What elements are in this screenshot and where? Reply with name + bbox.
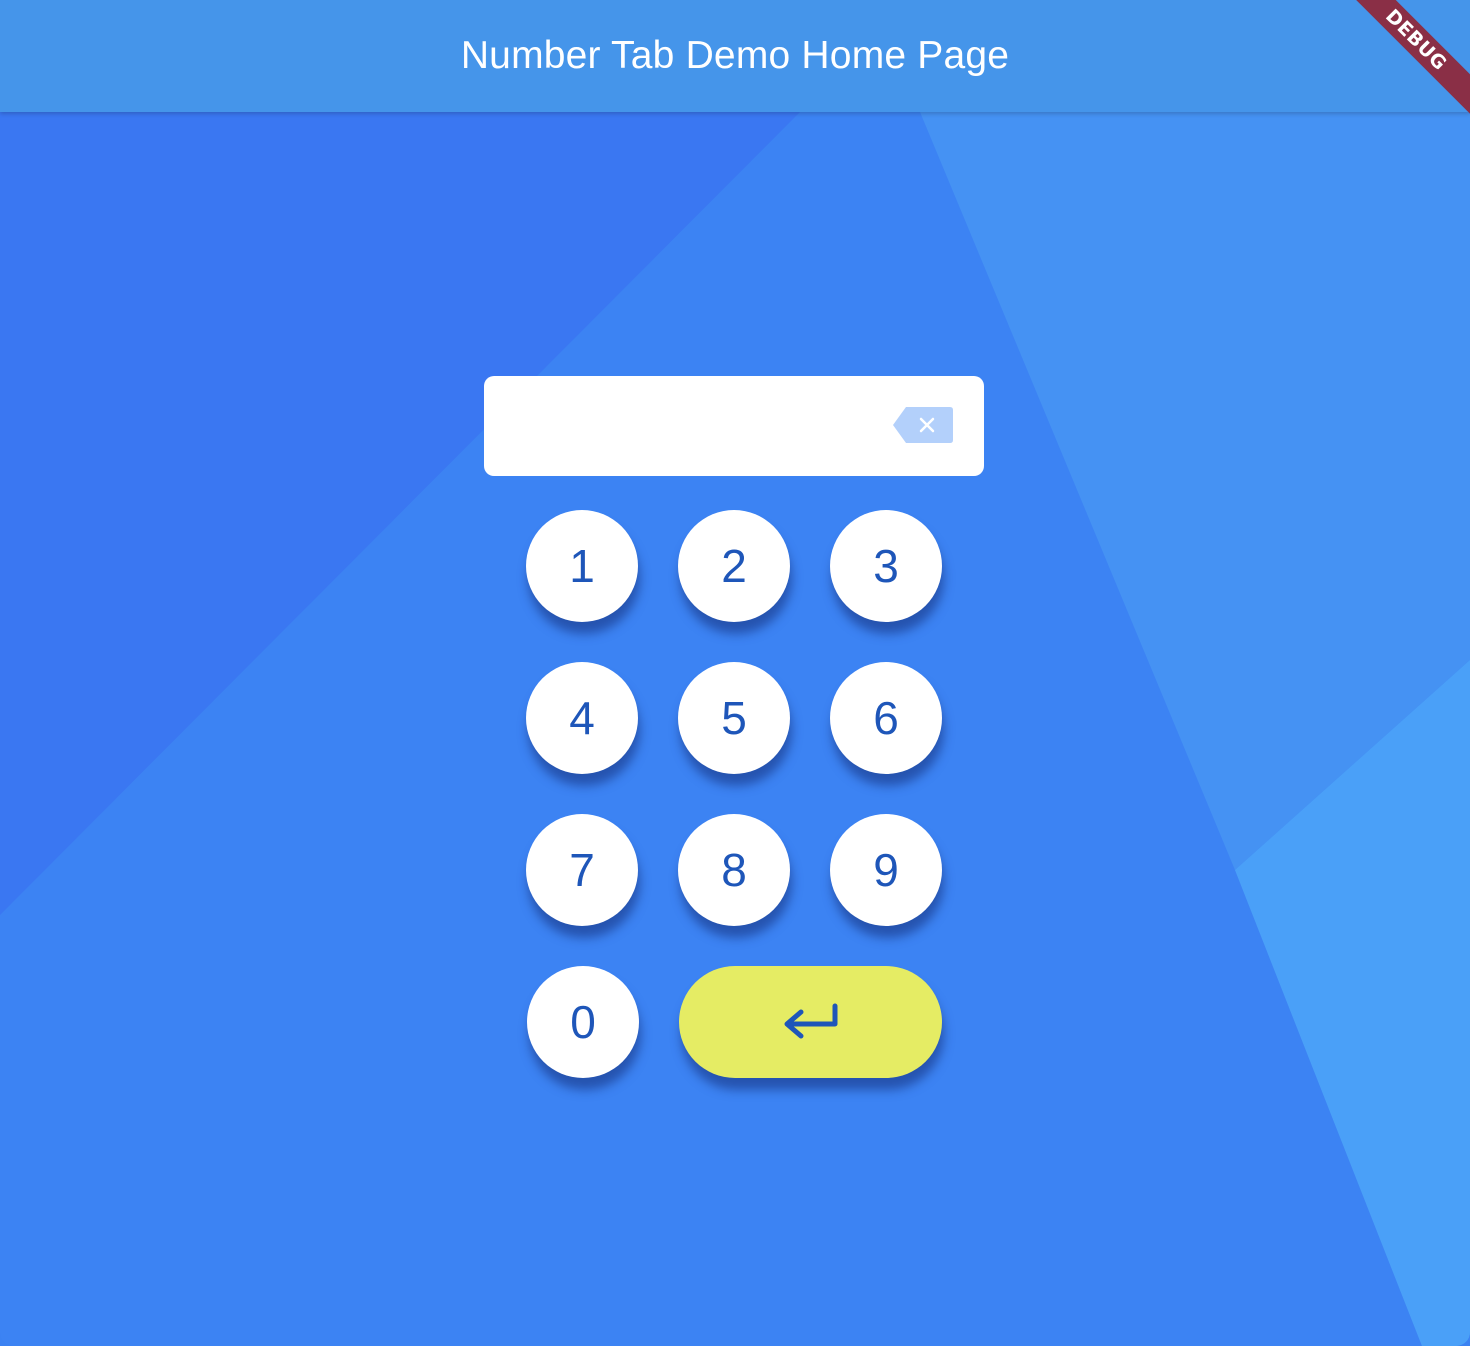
- app-window: Number Tab Demo Home Page DEBUG 1 2 3 4 …: [0, 0, 1470, 1346]
- key-9[interactable]: 9: [830, 814, 942, 926]
- key-1[interactable]: 1: [526, 510, 638, 622]
- key-4[interactable]: 4: [526, 662, 638, 774]
- key-3[interactable]: 3: [830, 510, 942, 622]
- key-6[interactable]: 6: [830, 662, 942, 774]
- enter-button[interactable]: [679, 966, 942, 1078]
- enter-arrow-icon: [784, 1003, 837, 1039]
- key-8[interactable]: 8: [678, 814, 790, 926]
- page-title: Number Tab Demo Home Page: [460, 34, 1010, 77]
- backspace-button[interactable]: [892, 406, 954, 444]
- key-2[interactable]: 2: [678, 510, 790, 622]
- backspace-icon: [893, 407, 953, 443]
- app-bar: Number Tab Demo Home Page: [0, 0, 1470, 112]
- key-7[interactable]: 7: [526, 814, 638, 926]
- key-5[interactable]: 5: [678, 662, 790, 774]
- key-0[interactable]: 0: [527, 966, 639, 1078]
